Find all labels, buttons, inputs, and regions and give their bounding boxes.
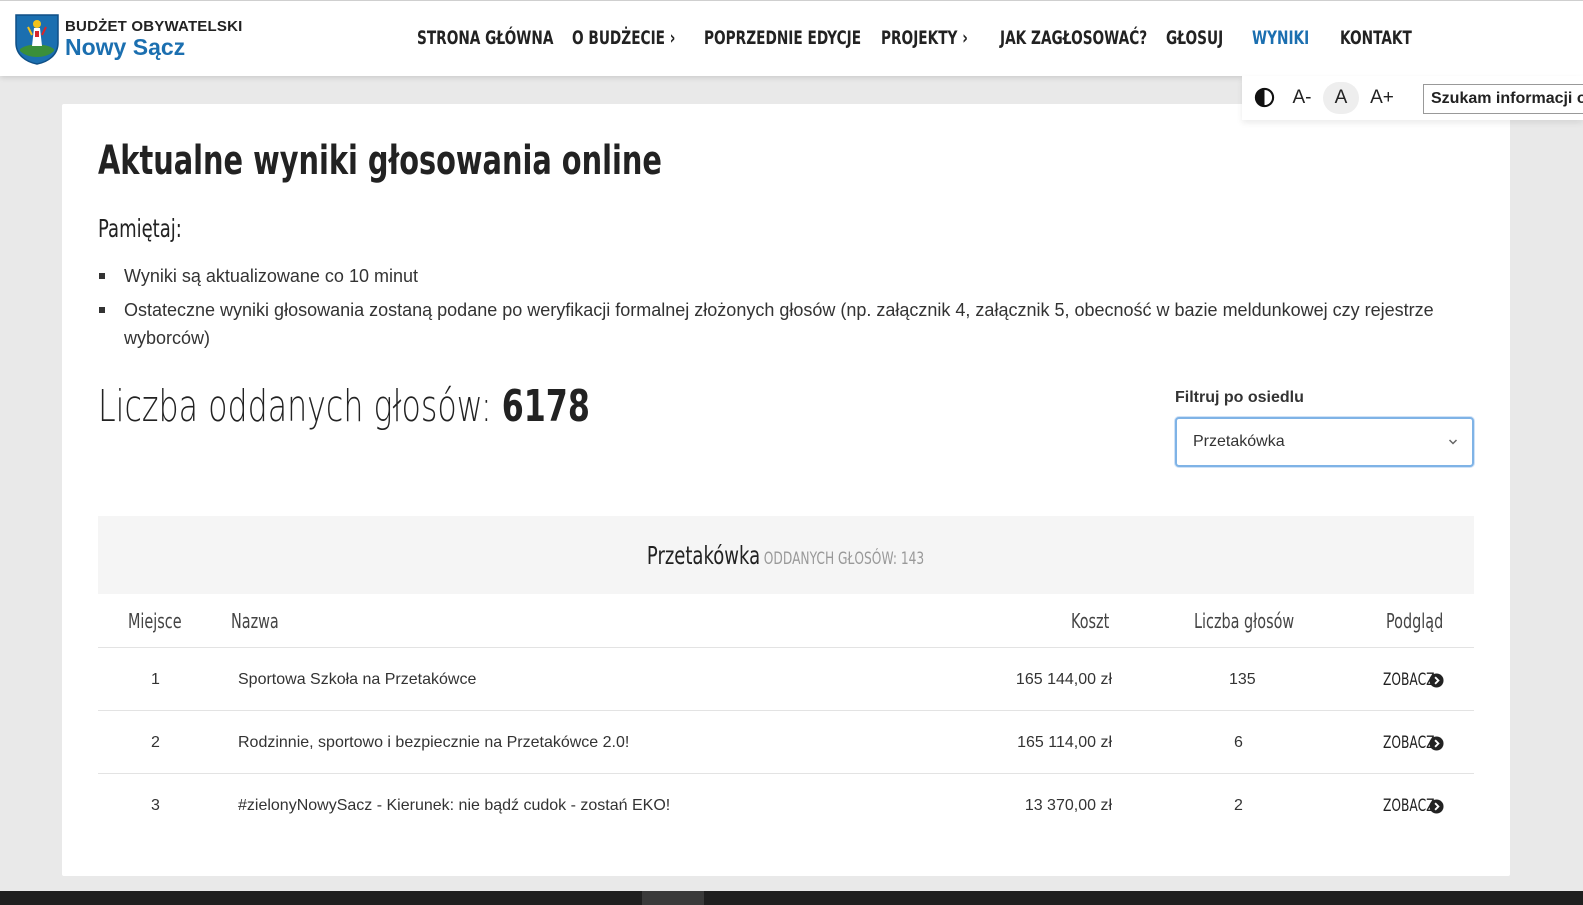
note-item: Ostateczne wyniki głosowania zostaną pod… (98, 296, 1483, 352)
total-votes: Liczba oddanych głosów: 6178 (98, 382, 781, 432)
nav-projects[interactable]: PROJEKTY › (881, 25, 1002, 51)
row-votes: 6 (1234, 734, 1243, 751)
see-project-link[interactable]: ZOBACZ (1383, 795, 1444, 817)
logo-text: BUDŻET OBYWATELSKI Nowy Sącz (65, 19, 242, 59)
column-preview: Podgląd (1386, 609, 1444, 633)
district-header: Przetakówka ODDANYCH GŁOSÓW: 143 (98, 516, 1474, 594)
search-input[interactable]: Szukam informacji o (1423, 84, 1583, 114)
row-name: #zielonyNowySacz - Kierunek: nie bądź cu… (238, 797, 671, 814)
logo-line-2: Nowy Sącz (65, 34, 186, 60)
row-place: 3 (151, 797, 160, 814)
row-name: Rodzinnie, sportowo i bezpiecznie na Prz… (238, 734, 630, 751)
district-name: Przetakówka (647, 541, 761, 570)
row-votes: 2 (1234, 797, 1243, 814)
filter-label: Filtruj po osiedlu (1175, 389, 1304, 406)
column-place: Miejsce (128, 609, 182, 633)
district-filter-select[interactable]: Przetakówka (1175, 417, 1474, 467)
row-place: 1 (151, 671, 160, 688)
see-project-link[interactable]: ZOBACZ (1383, 732, 1444, 754)
accessibility-toolbar: A- A A+ Szukam informacji o (1242, 76, 1583, 120)
row-cost: 13 370,00 zł (1024, 797, 1112, 814)
results-card: Aktualne wyniki głosowania online Pamięt… (62, 104, 1510, 876)
table-header: Miejsce Nazwa Koszt Liczba głosów Podglą… (98, 594, 1474, 648)
filter-selected-value: Przetakówka (1193, 433, 1285, 450)
table-row: 3 #zielonyNowySacz - Kierunek: nie bądź … (98, 774, 1474, 837)
font-decrease-button[interactable]: A- (1290, 82, 1314, 114)
contrast-icon[interactable] (1254, 87, 1275, 108)
results-table: Miejsce Nazwa Koszt Liczba głosów Podglą… (98, 594, 1474, 837)
note-item: Wyniki są aktualizowane co 10 minut (98, 262, 1483, 290)
row-cost: 165 144,00 zł (1015, 671, 1112, 688)
site-header: BUDŻET OBYWATELSKI Nowy Sącz STRONA GŁÓW… (0, 0, 1583, 76)
site-logo[interactable]: BUDŻET OBYWATELSKI Nowy Sącz (14, 13, 242, 65)
total-votes-value: 6178 (501, 381, 590, 432)
row-name: Sportowa Szkoła na Przetakówce (238, 671, 477, 688)
total-votes-label: Liczba oddanych głosów: (98, 381, 492, 432)
row-cost: 165 114,00 zł (1017, 734, 1112, 751)
nav-vote[interactable]: GŁOSUJ (1166, 25, 1245, 51)
page-title: Aktualne wyniki głosowania online (98, 138, 662, 184)
font-increase-button[interactable]: A+ (1369, 82, 1395, 114)
row-place: 2 (151, 734, 160, 751)
column-name: Nazwa (231, 609, 279, 633)
row-votes: 135 (1229, 671, 1256, 688)
see-project-link[interactable]: ZOBACZ (1383, 669, 1444, 691)
nav-results[interactable]: WYNIKI (1252, 25, 1331, 51)
city-crest-icon (15, 14, 59, 65)
column-votes: Liczba głosów (1194, 609, 1295, 633)
logo-line-1: BUDŻET OBYWATELSKI (65, 18, 243, 35)
font-normal-button[interactable]: A (1323, 82, 1359, 114)
remember-heading: Pamiętaj: (98, 214, 182, 243)
table-row: 2 Rodzinnie, sportowo i bezpiecznie na P… (98, 711, 1474, 774)
horizontal-scrollbar[interactable] (0, 891, 1583, 905)
chevron-down-icon (1448, 439, 1458, 445)
column-cost: Koszt (1071, 609, 1110, 633)
notes-list: Wyniki są aktualizowane co 10 minut Osta… (98, 262, 1483, 358)
district-vote-count: ODDANYCH GŁOSÓW: 143 (764, 549, 925, 569)
nav-contact[interactable]: KONTAKT (1340, 25, 1440, 51)
table-row: 1 Sportowa Szkoła na Przetakówce 165 144… (98, 648, 1474, 711)
scrollbar-thumb[interactable] (642, 891, 704, 905)
nav-about-budget[interactable]: O BUDŻECIE › (572, 25, 716, 51)
